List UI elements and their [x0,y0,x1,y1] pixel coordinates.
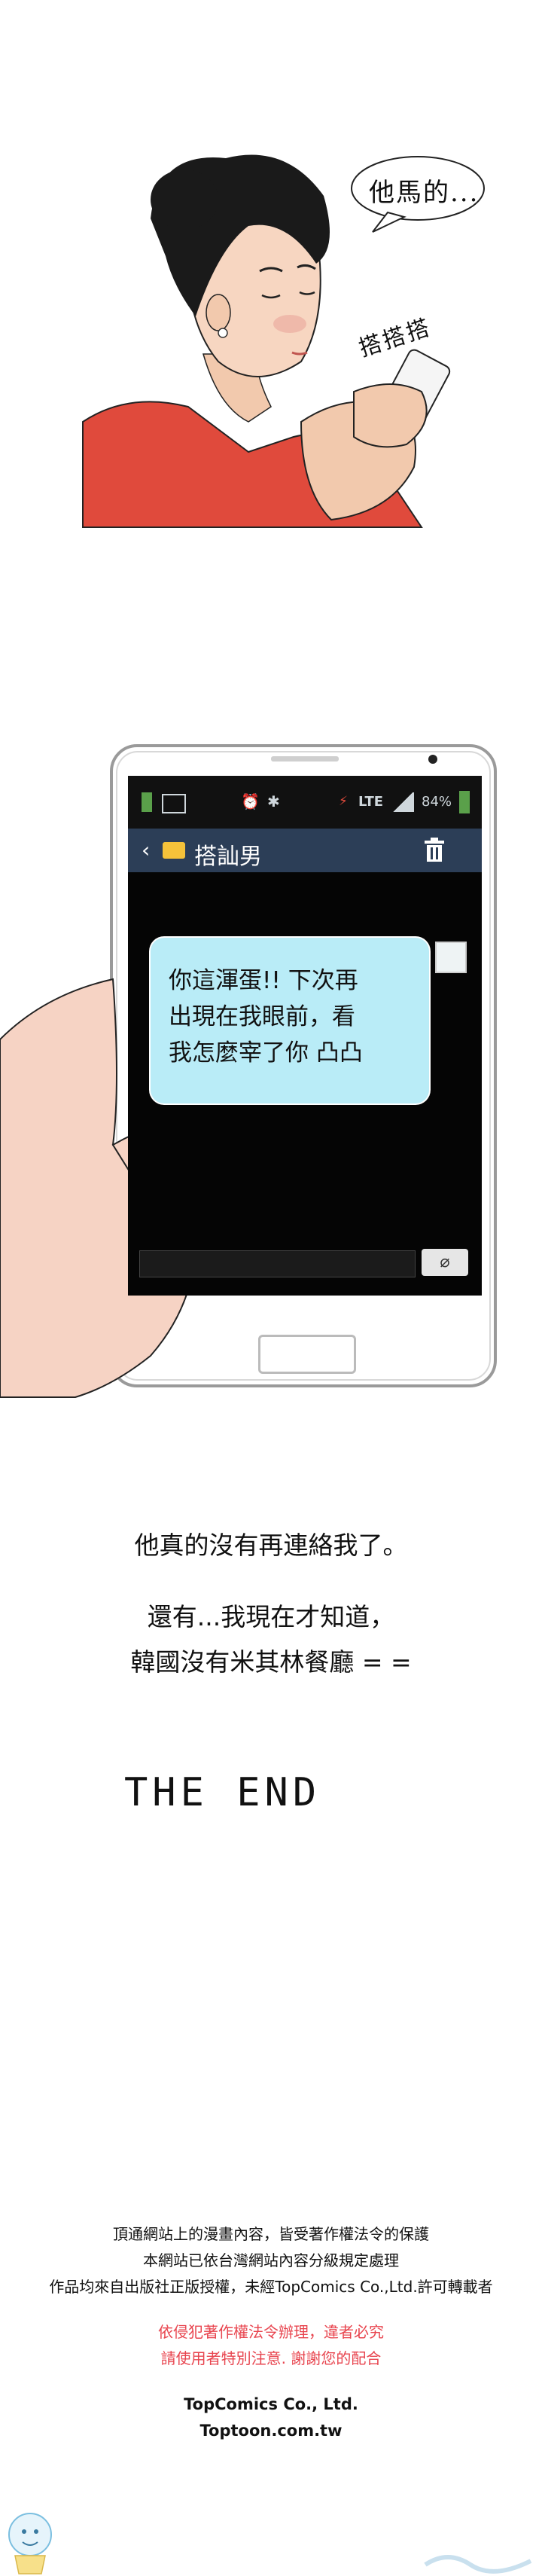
bluetooth-icon: ✱ [267,792,280,810]
message-line: 出現在我眼前，看 [169,1003,355,1030]
attach-button[interactable]: ⌀ [422,1249,468,1276]
paperclip-icon: ⌀ [440,1253,450,1271]
copyright-notice: 頂通網站上的漫畫內容，皆受著作權法令的保護 [113,2225,429,2243]
trash-icon[interactable] [422,836,447,863]
copyright-warning: 依侵犯著作權法令辦理，違者必究 [158,2323,384,2341]
narration-line: 還有...我現在才知道， [147,1602,395,1631]
copyright-warning: 請使用者特別注意. 謝謝您的配合 [160,2349,382,2367]
copyright-notice: 作品均來自出版社正版授權，未經TopComics Co.,Ltd.許可轉載者 [49,2278,493,2296]
company-name: TopComics Co., Ltd. [184,2395,358,2413]
narration-line: 韓國沒有米其林餐廳 = = [130,1647,412,1677]
battery-icon [459,791,470,813]
carrier-icon: ⚡ [339,794,348,809]
speech-text: 他馬的... [369,178,480,208]
message-text: 你這渾蛋!! 下次再 出現在我眼前，看 我怎麼宰了你 凸凸 [169,963,417,1071]
status-bar: ⏰ ✱ ⚡ LTE 84% [128,776,482,829]
watermark-logo [424,2555,532,2574]
woman-illustration [82,154,451,528]
chat-contact-title: 搭訕男 [194,844,262,870]
alarm-icon: ⏰ [241,792,260,810]
comic-panel-woman-texting: 他馬的... 搭搭搭 [0,0,542,542]
copyright-notice: 本網站已依台灣網站內容分級規定處理 [143,2251,399,2269]
message-line: 我怎麼宰了你 凸凸 [169,1039,363,1067]
home-button [258,1335,356,1374]
narration-line: 他真的沒有再連絡我了。 [134,1531,408,1560]
back-button[interactable]: ‹ [142,838,150,862]
network-label: LTE [358,794,384,810]
message-icon [163,842,185,859]
site-url: Toptoon.com.tw [199,2422,343,2440]
contact-avatar [435,942,467,973]
notification-icon [142,792,152,812]
message-input[interactable] [139,1250,416,1277]
gallery-icon [162,794,186,813]
message-line: 你這渾蛋!! 下次再 [169,967,358,994]
mascot-logo [8,2513,52,2574]
signal-icon [391,792,414,812]
the-end-text: THE END [124,1770,321,1815]
battery-label: 84% [422,794,452,810]
